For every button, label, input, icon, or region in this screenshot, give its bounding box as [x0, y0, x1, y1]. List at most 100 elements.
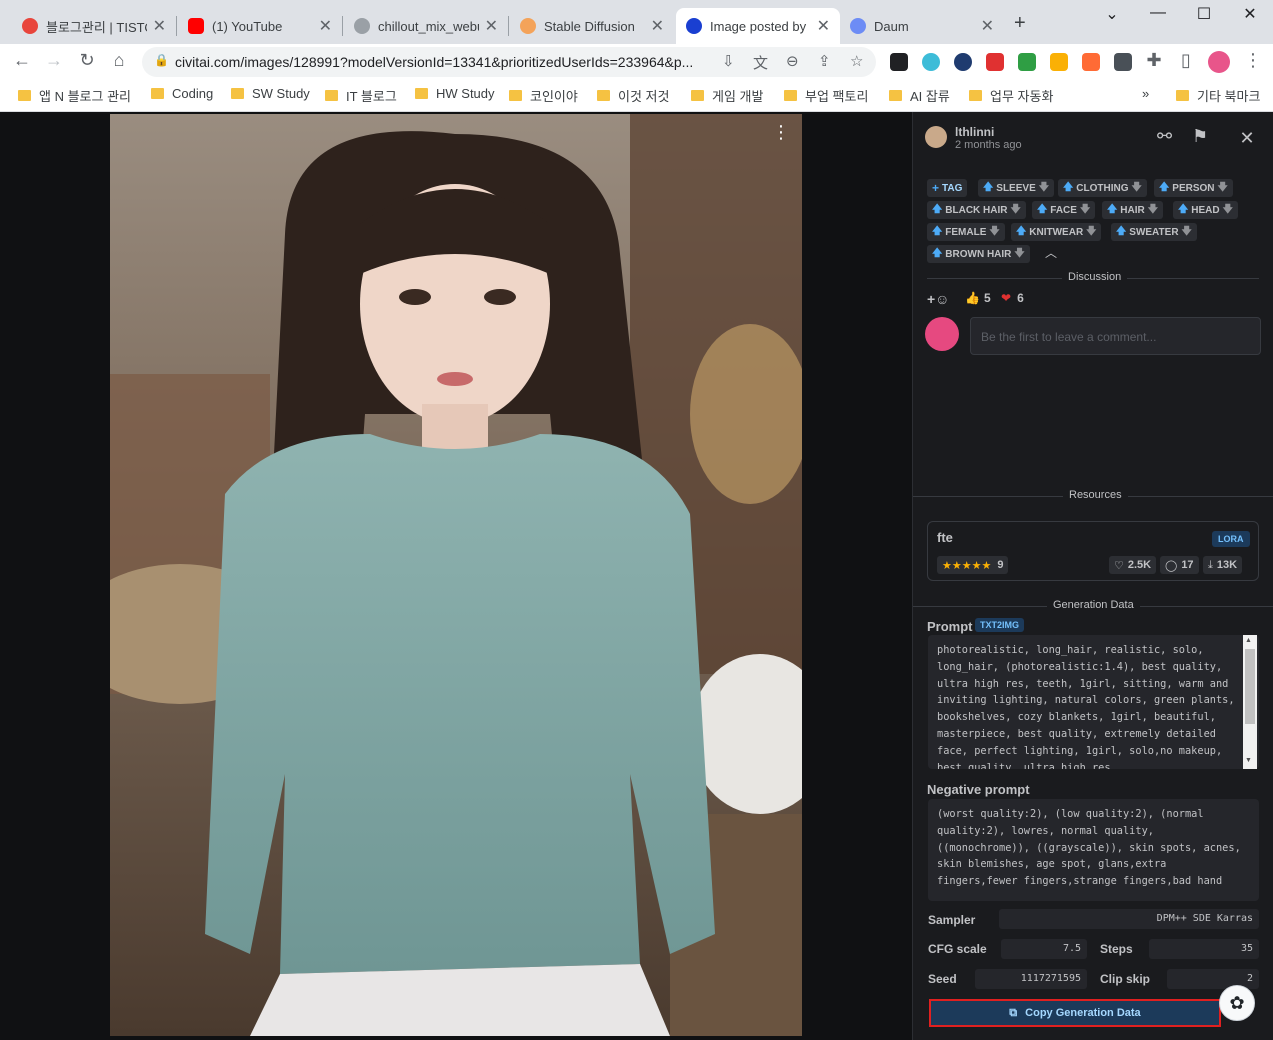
- side-panel-icon[interactable]: ▯: [1174, 50, 1198, 71]
- tab-daum[interactable]: Daum ✕: [840, 8, 1004, 44]
- profile-avatar[interactable]: [1208, 51, 1230, 73]
- new-tab-button[interactable]: +: [1014, 12, 1026, 35]
- bookmark-folder-other[interactable]: 기타 북마크: [1176, 86, 1260, 105]
- generated-image[interactable]: ⋮: [110, 114, 802, 1036]
- translate-icon[interactable]: 文: [753, 52, 768, 73]
- flag-icon[interactable]: ⚑: [1192, 126, 1208, 147]
- add-reaction-button[interactable]: +☺: [927, 291, 949, 307]
- user-avatar[interactable]: [925, 126, 947, 148]
- downvote-icon[interactable]: 🡇: [1148, 202, 1158, 219]
- maximize-button[interactable]: ☐: [1181, 4, 1227, 24]
- tab-youtube[interactable]: (1) YouTube ✕: [178, 8, 342, 44]
- upvote-icon[interactable]: 🡅: [1037, 202, 1047, 219]
- upvote-icon[interactable]: 🡅: [932, 224, 942, 241]
- tag-chip[interactable]: 🡅 FACE 🡇: [1032, 201, 1096, 219]
- scroll-up-icon[interactable]: ▲: [1245, 637, 1252, 644]
- image-menu-icon[interactable]: ⋮: [772, 122, 790, 143]
- bookmark-folder[interactable]: 코인이야: [509, 86, 578, 105]
- tab-search-icon[interactable]: ⌄: [1089, 4, 1135, 24]
- scroll-down-icon[interactable]: ▼: [1245, 757, 1252, 764]
- tag-chip[interactable]: 🡅 SWEATER 🡇: [1111, 223, 1197, 241]
- browser-menu-icon[interactable]: ⋮: [1244, 50, 1262, 71]
- bookmark-folder[interactable]: IT 블로그: [325, 86, 397, 105]
- comment-input[interactable]: Be the first to leave a comment...: [970, 317, 1261, 355]
- downvote-icon[interactable]: 🡇: [989, 224, 999, 241]
- scrollbar-thumb[interactable]: [1245, 649, 1255, 724]
- tag-chip[interactable]: 🡅 KNITWEAR 🡇: [1011, 223, 1102, 241]
- downvote-icon[interactable]: 🡇: [1223, 202, 1233, 219]
- record-extension-icon[interactable]: [986, 53, 1004, 71]
- more-bookmarks-button[interactable]: »: [1142, 86, 1149, 101]
- upvote-icon[interactable]: 🡅: [1063, 180, 1073, 197]
- tab-civitai[interactable]: Image posted by ✕: [676, 8, 840, 44]
- tag-chip[interactable]: 🡅 SLEEVE 🡇: [978, 179, 1055, 197]
- share-icon[interactable]: ⇪: [818, 52, 831, 70]
- close-tab-icon[interactable]: ✕: [981, 16, 994, 36]
- upvote-icon[interactable]: 🡅: [1116, 224, 1126, 241]
- pen-extension-icon[interactable]: [1018, 53, 1036, 71]
- close-tab-icon[interactable]: ✕: [485, 16, 498, 36]
- install-icon[interactable]: ⇩: [722, 52, 735, 70]
- tag-chip[interactable]: 🡅 CLOTHING 🡇: [1058, 179, 1147, 197]
- media-extension-icon[interactable]: [1114, 53, 1132, 71]
- upvote-icon[interactable]: 🡅: [932, 246, 942, 263]
- extensions-puzzle-icon[interactable]: ✚: [1142, 50, 1166, 71]
- close-tab-icon[interactable]: ✕: [319, 16, 332, 36]
- tag-chip[interactable]: 🡅 FEMALE 🡇: [927, 223, 1005, 241]
- zoom-icon[interactable]: ⊖: [786, 52, 799, 70]
- downvote-icon[interactable]: 🡇: [1011, 202, 1021, 219]
- lightning-extension-icon[interactable]: [954, 53, 972, 71]
- prompt-text[interactable]: photorealistic, long_hair, realistic, so…: [928, 635, 1259, 769]
- like-reaction[interactable]: 👍 5: [965, 291, 991, 305]
- minimize-button[interactable]: —: [1135, 4, 1181, 22]
- address-bar[interactable]: 🔒 civitai.com/images/128991?modelVersion…: [142, 47, 876, 77]
- chatgpt-assistant-icon[interactable]: ✿: [1219, 985, 1255, 1021]
- tag-chip[interactable]: 🡅 BROWN HAIR 🡇: [927, 245, 1030, 263]
- lock-icon[interactable]: 🔒: [154, 53, 169, 67]
- bookmark-folder[interactable]: Coding: [151, 86, 213, 101]
- downvote-icon[interactable]: 🡇: [1080, 202, 1090, 219]
- bookmark-folder[interactable]: 부업 팩토리: [784, 86, 868, 105]
- resource-card[interactable]: fte LORA ★★★★★ 9 ♡ 2.5K ◯ 17 ⤓ 13K: [927, 521, 1259, 581]
- heart-reaction[interactable]: ❤ 6: [1001, 291, 1024, 305]
- bookmark-folder[interactable]: SW Study: [231, 86, 310, 101]
- copy-generation-data-button[interactable]: ⧉ Copy Generation Data: [929, 999, 1221, 1027]
- upvote-icon[interactable]: 🡅: [1016, 224, 1026, 241]
- bookmark-folder[interactable]: 이것 저것: [597, 86, 669, 105]
- bookmark-folder[interactable]: HW Study: [415, 86, 495, 101]
- close-icon[interactable]: ✕: [1233, 124, 1261, 152]
- tag-chip[interactable]: 🡅 HEAD 🡇: [1173, 201, 1238, 219]
- downvote-icon[interactable]: 🡇: [1086, 224, 1096, 241]
- tag-chip[interactable]: 🡅 HAIR 🡇: [1102, 201, 1164, 219]
- upvote-icon[interactable]: 🡅: [983, 180, 993, 197]
- downvote-icon[interactable]: 🡇: [1039, 180, 1049, 197]
- bookmark-star-icon[interactable]: ☆: [850, 52, 863, 70]
- tag-chip[interactable]: 🡅 PERSON 🡇: [1154, 179, 1233, 197]
- downvote-icon[interactable]: 🡇: [1218, 180, 1228, 197]
- close-window-button[interactable]: ✕: [1227, 4, 1273, 24]
- reader-extension-icon[interactable]: [1082, 53, 1100, 71]
- bookmark-folder[interactable]: AI 잡류: [889, 86, 950, 105]
- upvote-icon[interactable]: 🡅: [1178, 202, 1188, 219]
- share-icon[interactable]: ⚯: [1157, 126, 1172, 147]
- close-tab-icon[interactable]: ✕: [153, 16, 166, 36]
- bookmark-folder[interactable]: 게임 개발: [691, 86, 763, 105]
- blogger-extension-icon[interactable]: [890, 53, 908, 71]
- downvote-icon[interactable]: 🡇: [1182, 224, 1192, 241]
- bookmark-folder[interactable]: 앱 N 블로그 관리: [18, 86, 131, 105]
- tag-chip[interactable]: 🡅 BLACK HAIR 🡇: [927, 201, 1026, 219]
- upvote-icon[interactable]: 🡅: [1107, 202, 1117, 219]
- close-tab-icon[interactable]: ✕: [817, 16, 830, 36]
- downvote-icon[interactable]: 🡇: [1132, 180, 1142, 197]
- upvote-icon[interactable]: 🡅: [932, 202, 942, 219]
- highlight-extension-icon[interactable]: [1050, 53, 1068, 71]
- downvote-icon[interactable]: 🡇: [1014, 246, 1024, 263]
- upvote-icon[interactable]: 🡅: [1159, 180, 1169, 197]
- forward-button[interactable]: →: [42, 50, 66, 71]
- tab-stable-diffusion[interactable]: Stable Diffusion ✕: [510, 8, 674, 44]
- chat-extension-icon[interactable]: [922, 53, 940, 71]
- negative-prompt-text[interactable]: (worst quality:2), (low quality:2), (nor…: [928, 799, 1259, 901]
- home-button[interactable]: ⌂: [107, 50, 131, 71]
- back-button[interactable]: ←: [10, 50, 34, 71]
- bookmark-folder[interactable]: 업무 자동화: [969, 86, 1053, 105]
